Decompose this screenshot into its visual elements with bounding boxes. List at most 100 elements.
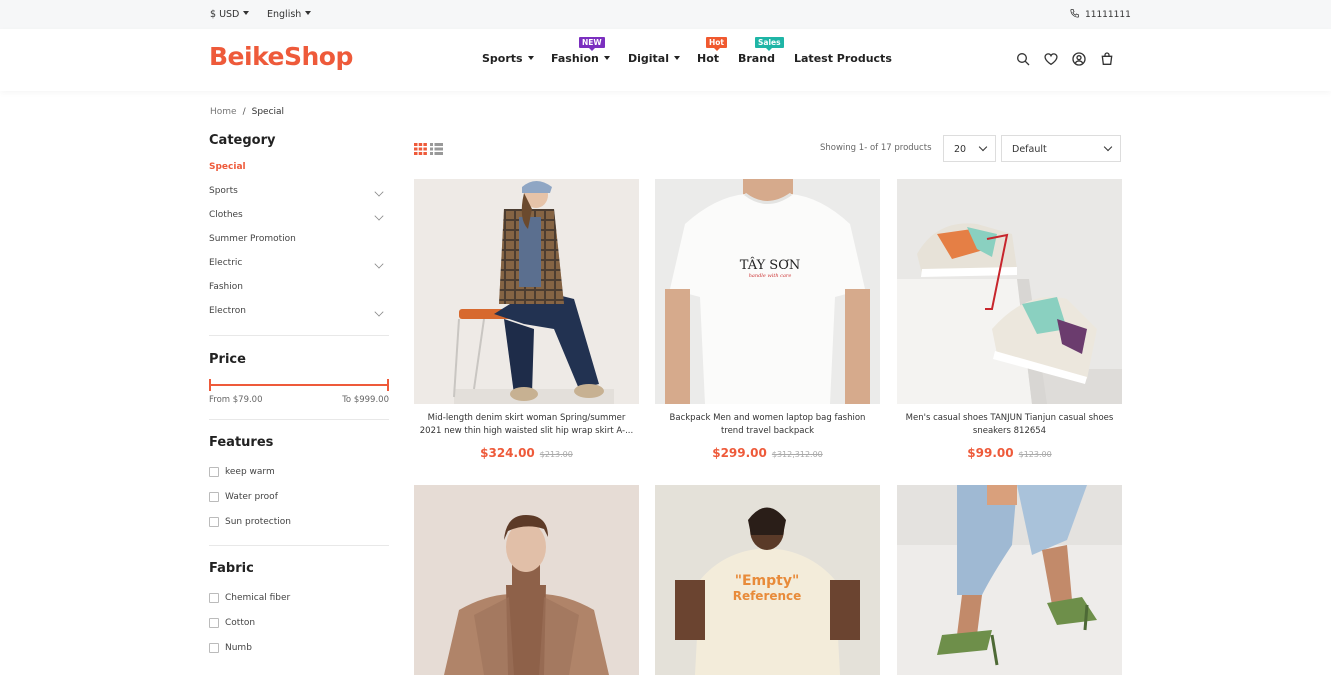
nav-label: Digital — [628, 52, 669, 65]
product-card[interactable] — [414, 485, 639, 675]
product-name[interactable]: Men's casual shoes TANJUN Tianjun casual… — [897, 412, 1122, 438]
fabric-option[interactable]: Numb — [209, 643, 389, 668]
nav-item-fashion[interactable]: NEW Fashion — [551, 37, 610, 65]
fabric-option[interactable]: Cotton — [209, 618, 389, 643]
category-item-sports[interactable]: Sports — [209, 186, 389, 210]
product-image[interactable] — [414, 179, 639, 404]
top-bar: $ USD English 11111111 — [0, 0, 1331, 29]
feature-option[interactable]: keep warm — [209, 467, 389, 492]
chevron-down-icon — [243, 11, 250, 15]
divider — [209, 419, 389, 420]
nav-item-sports[interactable]: Sports — [482, 52, 534, 65]
category-label: Clothes — [209, 210, 243, 220]
category-item-electron[interactable]: Electron — [209, 306, 389, 330]
per-page-select[interactable]: 20 — [943, 135, 996, 162]
product-name[interactable]: Backpack Men and women laptop bag fashio… — [655, 412, 880, 438]
currency-selector[interactable]: $ USD — [210, 9, 250, 20]
language-selector[interactable]: English — [267, 9, 312, 20]
product-photo-camel-coat — [414, 485, 639, 675]
product-image[interactable] — [897, 179, 1122, 404]
category-item-clothes[interactable]: Clothes — [209, 210, 389, 234]
price-labels: From $79.00 To $999.00 — [209, 395, 389, 407]
product-image[interactable] — [897, 485, 1122, 675]
chevron-down-icon[interactable] — [374, 211, 384, 221]
category-list: Special Sports Clothes Summer Promotion … — [209, 162, 389, 330]
price-range-slider[interactable] — [209, 379, 389, 391]
category-item-fashion[interactable]: Fashion — [209, 282, 389, 306]
category-item-special[interactable]: Special — [209, 162, 389, 186]
badge-sales: Sales — [755, 37, 784, 51]
chevron-down-icon[interactable] — [374, 307, 384, 317]
product-price: $99.00 — [967, 446, 1014, 460]
phone-icon — [1070, 9, 1079, 18]
heart-icon[interactable] — [1043, 51, 1059, 67]
currency-label: $ USD — [210, 9, 240, 20]
product-image[interactable]: TÂY SƠN handle with care — [655, 179, 880, 404]
nav-label: Brand — [738, 52, 775, 65]
checkbox[interactable] — [209, 467, 219, 477]
breadcrumb: Home / Special — [210, 107, 284, 117]
chevron-down-icon[interactable] — [374, 187, 384, 197]
product-prices: $324.00 $213.00 — [414, 446, 639, 460]
user-icon[interactable] — [1071, 51, 1087, 67]
feature-option[interactable]: Sun protection — [209, 517, 389, 542]
sort-select[interactable]: Default — [1001, 135, 1121, 162]
fabric-title: Fabric — [209, 561, 254, 576]
product-card[interactable]: Men's casual shoes TANJUN Tianjun casual… — [897, 179, 1122, 460]
product-card[interactable]: "Empty" Reference — [655, 485, 880, 675]
fabric-option[interactable]: Chemical fiber — [209, 593, 389, 618]
cart-icon[interactable] — [1099, 51, 1115, 67]
feature-option[interactable]: Water proof — [209, 492, 389, 517]
search-icon[interactable] — [1015, 51, 1031, 67]
product-name[interactable]: Mid-length denim skirt woman Spring/summ… — [414, 412, 639, 438]
product-old-price: $213.00 — [539, 450, 573, 459]
phone-contact[interactable]: 11111111 — [1069, 8, 1131, 20]
nav-item-digital[interactable]: Digital — [628, 52, 680, 65]
checkbox[interactable] — [209, 492, 219, 502]
checkbox[interactable] — [209, 643, 219, 653]
price-title: Price — [209, 352, 246, 367]
category-label: Special — [209, 162, 246, 172]
nav-item-brand[interactable]: Sales Brand — [738, 37, 784, 65]
feature-label: Water proof — [225, 492, 278, 502]
filter-sidebar: Category Special Sports Clothes Summer P… — [209, 133, 389, 668]
product-card[interactable]: Mid-length denim skirt woman Spring/summ… — [414, 179, 639, 460]
chevron-down-icon — [305, 11, 312, 15]
chevron-down-icon[interactable] — [374, 259, 384, 269]
breadcrumb-home[interactable]: Home — [210, 107, 237, 117]
shirt-print-subtitle: handle with care — [749, 273, 792, 279]
language-label: English — [267, 9, 302, 20]
grid-view-icon[interactable] — [414, 143, 427, 155]
nav-item-hot[interactable]: Hot Hot — [697, 37, 728, 65]
list-view-icon[interactable] — [430, 143, 443, 155]
product-price: $299.00 — [712, 446, 767, 460]
product-image[interactable]: "Empty" Reference — [655, 485, 880, 675]
product-photo-green-heels — [897, 485, 1122, 675]
price-max-handle[interactable] — [387, 379, 389, 391]
fabric-filter: Fabric Chemical fiber Cotton Numb — [209, 561, 389, 668]
checkbox[interactable] — [209, 517, 219, 527]
chevron-down-icon — [527, 56, 534, 60]
product-prices: $299.00 $312,312.00 — [655, 446, 880, 460]
main-header: BeikeShop Sports NEW Fashion Digital Hot… — [0, 29, 1331, 91]
product-image[interactable] — [414, 485, 639, 675]
product-card[interactable] — [897, 485, 1122, 675]
nav-label: Hot — [697, 52, 720, 65]
category-item-electric[interactable]: Electric — [209, 258, 389, 282]
checkbox[interactable] — [209, 618, 219, 628]
fabric-label: Numb — [225, 643, 252, 653]
product-card[interactable]: TÂY SƠN handle with care Backpack Men an… — [655, 179, 880, 460]
product-photo-plaid-jacket — [414, 179, 639, 404]
logo[interactable]: BeikeShop — [209, 42, 353, 71]
nav-label: Latest Products — [794, 52, 892, 65]
category-item-summer-promotion[interactable]: Summer Promotion — [209, 234, 389, 258]
breadcrumb-separator: / — [242, 107, 246, 117]
checkbox[interactable] — [209, 593, 219, 603]
product-old-price: $312,312.00 — [771, 450, 823, 459]
nav-item-latest-products[interactable]: Latest Products — [794, 52, 892, 65]
price-min-handle[interactable] — [209, 379, 211, 391]
price-from: From $79.00 — [209, 395, 263, 405]
shirt-print-title: TÂY SƠN — [740, 257, 800, 273]
nav-label: Fashion — [551, 52, 599, 65]
category-title: Category — [209, 133, 276, 148]
